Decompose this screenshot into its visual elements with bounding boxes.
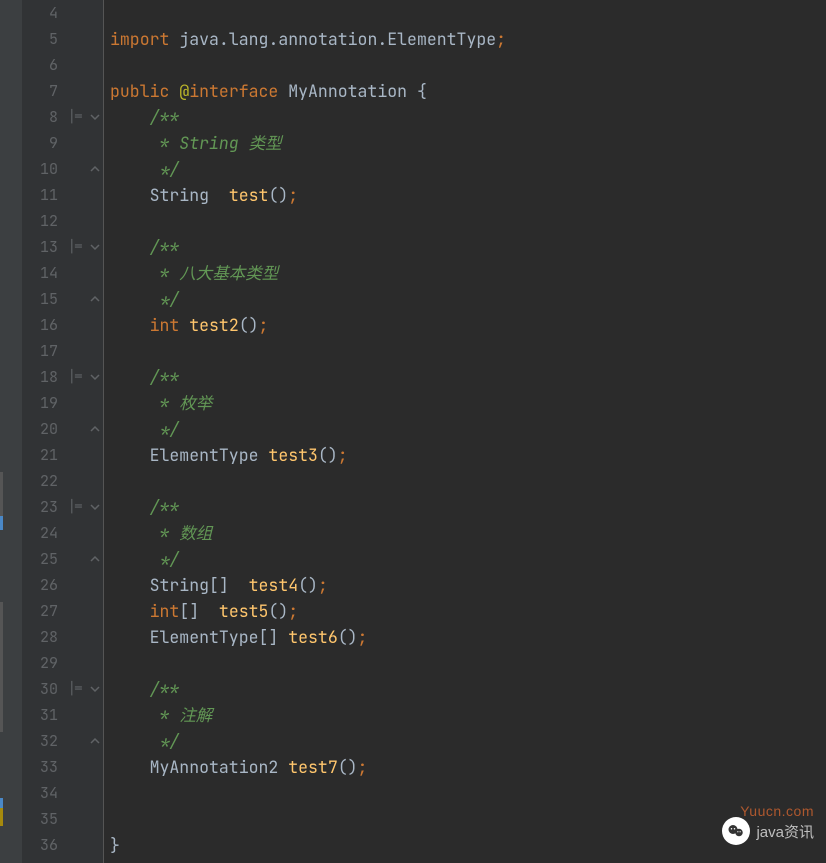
line-number: 30 — [22, 676, 58, 702]
code-line[interactable] — [110, 650, 826, 676]
code-line[interactable] — [110, 52, 826, 78]
line-number: 5 — [22, 26, 58, 52]
code-line[interactable]: * 枚举 — [110, 390, 826, 416]
fold-open-icon[interactable] — [89, 501, 101, 513]
fold-close-icon[interactable] — [89, 553, 101, 565]
line-number: 14 — [22, 260, 58, 286]
line-number: 21 — [22, 442, 58, 468]
code-line[interactable] — [110, 468, 826, 494]
code-line[interactable]: */ — [110, 728, 826, 754]
coverage-mark — [0, 602, 3, 732]
code-line[interactable]: ElementType test3(); — [110, 442, 826, 468]
line-number: 9 — [22, 130, 58, 156]
line-number-gutter: 4567891011121314151617181920212223242526… — [22, 0, 66, 863]
line-number: 19 — [22, 390, 58, 416]
fold-open-icon[interactable] — [89, 241, 101, 253]
line-number: 32 — [22, 728, 58, 754]
line-number: 4 — [22, 0, 58, 26]
line-number: 29 — [22, 650, 58, 676]
line-number: 13 — [22, 234, 58, 260]
code-line[interactable]: /** — [110, 104, 826, 130]
line-number: 17 — [22, 338, 58, 364]
coverage-mark — [0, 808, 3, 826]
code-line[interactable] — [110, 806, 826, 832]
watermark-label: java资讯 — [756, 821, 814, 842]
line-number: 20 — [22, 416, 58, 442]
code-line[interactable] — [110, 338, 826, 364]
line-number: 8 — [22, 104, 58, 130]
code-line[interactable]: public @interface MyAnnotation { — [110, 78, 826, 104]
line-number: 35 — [22, 806, 58, 832]
line-number: 12 — [22, 208, 58, 234]
line-number: 25 — [22, 546, 58, 572]
code-line[interactable]: * String 类型 — [110, 130, 826, 156]
code-area[interactable]: import java.lang.annotation.ElementType;… — [104, 0, 826, 863]
line-number: 28 — [22, 624, 58, 650]
code-line[interactable] — [110, 0, 826, 26]
code-editor[interactable]: 4567891011121314151617181920212223242526… — [0, 0, 826, 863]
fold-close-icon[interactable] — [89, 293, 101, 305]
coverage-mark — [0, 472, 3, 516]
fold-toggle-gutter[interactable] — [88, 0, 104, 863]
fold-close-icon[interactable] — [89, 423, 101, 435]
coverage-mark — [0, 516, 3, 530]
line-number: 33 — [22, 754, 58, 780]
code-line[interactable]: /** — [110, 494, 826, 520]
line-number: 27 — [22, 598, 58, 624]
fold-close-icon[interactable] — [89, 735, 101, 747]
code-line[interactable]: int[] test5(); — [110, 598, 826, 624]
code-line[interactable]: /** — [110, 676, 826, 702]
doc-fold-mark-icon: │═ — [68, 234, 82, 260]
code-line[interactable]: */ — [110, 546, 826, 572]
code-line[interactable] — [110, 780, 826, 806]
line-number: 34 — [22, 780, 58, 806]
code-line[interactable]: String[] test4(); — [110, 572, 826, 598]
code-line[interactable]: /** — [110, 234, 826, 260]
code-line[interactable]: * 注解 — [110, 702, 826, 728]
code-line[interactable]: int test2(); — [110, 312, 826, 338]
fold-open-icon[interactable] — [89, 683, 101, 695]
code-line[interactable]: * 数组 — [110, 520, 826, 546]
fold-open-icon[interactable] — [89, 111, 101, 123]
coverage-mark — [0, 798, 3, 808]
doc-fold-mark-icon: │═ — [68, 364, 82, 390]
line-number: 6 — [22, 52, 58, 78]
line-number: 36 — [22, 832, 58, 858]
coverage-strip — [0, 0, 22, 863]
fold-open-icon[interactable] — [89, 371, 101, 383]
line-number: 7 — [22, 78, 58, 104]
code-line[interactable]: } — [110, 832, 826, 858]
code-line[interactable]: import java.lang.annotation.ElementType; — [110, 26, 826, 52]
code-line[interactable] — [110, 208, 826, 234]
code-line[interactable]: /** — [110, 364, 826, 390]
code-line[interactable]: */ — [110, 286, 826, 312]
doc-fold-mark-icon: │═ — [68, 494, 82, 520]
doc-fold-mark-icon: │═ — [68, 104, 82, 130]
code-line[interactable]: MyAnnotation2 test7(); — [110, 754, 826, 780]
line-number: 31 — [22, 702, 58, 728]
wechat-icon — [722, 817, 750, 845]
line-number: 22 — [22, 468, 58, 494]
fold-close-icon[interactable] — [89, 163, 101, 175]
line-number: 23 — [22, 494, 58, 520]
code-line[interactable]: String test(); — [110, 182, 826, 208]
line-number: 26 — [22, 572, 58, 598]
line-number: 11 — [22, 182, 58, 208]
line-number: 24 — [22, 520, 58, 546]
line-number: 15 — [22, 286, 58, 312]
doc-fold-mark-icon: │═ — [68, 676, 82, 702]
code-line[interactable]: */ — [110, 156, 826, 182]
code-line[interactable]: * 八大基本类型 — [110, 260, 826, 286]
line-number: 18 — [22, 364, 58, 390]
line-number: 16 — [22, 312, 58, 338]
line-number: 10 — [22, 156, 58, 182]
code-line[interactable]: */ — [110, 416, 826, 442]
fold-indicator-gutter: │═ │═ │═ │═ │═ — [66, 0, 88, 863]
code-line[interactable]: ElementType[] test6(); — [110, 624, 826, 650]
watermark: java资讯 — [722, 817, 814, 845]
